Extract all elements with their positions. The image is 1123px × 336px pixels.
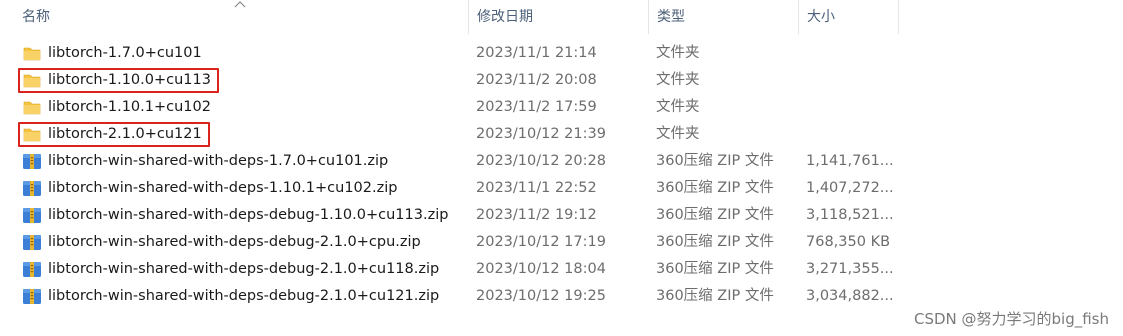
zip-archive-icon [22,179,42,198]
column-header-date-modified[interactable]: 修改日期 [469,0,649,34]
file-name[interactable]: libtorch-win-shared-with-deps-1.7.0+cu10… [48,148,388,175]
watermark: CSDN @努力学习的big_fish [913,310,1109,328]
sort-up-icon [234,1,246,8]
file-size: 768,350 KB [806,234,891,250]
file-name[interactable]: libtorch-win-shared-with-deps-debug-2.1.… [48,283,439,310]
file-list: libtorch-1.7.0+cu101 2023/11/1 21:14 文件夹 li… [0,40,1123,310]
file-size: 3,271,355... [806,261,894,277]
red-highlight-box [18,122,210,147]
file-date-modified: 2023/11/1 22:52 [476,180,597,196]
file-size: 3,118,521... [806,207,894,223]
zip-archive-icon [22,233,42,252]
file-type: 360压缩 ZIP 文件 [656,153,774,169]
file-name[interactable]: libtorch-win-shared-with-deps-debug-2.1.… [48,229,421,256]
file-date-modified: 2023/11/1 21:14 [476,45,597,61]
file-date-modified: 2023/10/12 21:39 [476,126,606,142]
file-row[interactable]: libtorch-win-shared-with-deps-1.7.0+cu10… [0,148,1123,175]
file-row[interactable]: libtorch-win-shared-with-deps-debug-1.10… [0,202,1123,229]
file-date-modified: 2023/10/12 17:19 [476,234,606,250]
file-type: 文件夹 [656,45,700,61]
file-date-modified: 2023/11/2 19:12 [476,207,597,223]
file-name[interactable]: libtorch-win-shared-with-deps-debug-1.10… [48,202,448,229]
file-row[interactable]: libtorch-1.10.1+cu102 2023/11/2 17:59 文件夹 [0,94,1123,121]
file-date-modified: 2023/11/2 20:08 [476,72,597,88]
file-date-modified: 2023/11/2 17:59 [476,99,597,115]
file-size: 1,407,272... [806,180,894,196]
file-name[interactable]: libtorch-1.7.0+cu101 [48,40,202,67]
file-name[interactable]: libtorch-1.10.1+cu102 [48,94,211,121]
file-type: 文件夹 [656,72,700,88]
file-name[interactable]: libtorch-win-shared-with-deps-debug-2.1.… [48,256,439,283]
folder-icon [22,98,42,117]
file-explorer: 名称 修改日期 类型 大小 libtorch-1.7.0+cu101 2023/1… [0,0,1123,336]
zip-archive-icon [22,206,42,225]
file-type: 360压缩 ZIP 文件 [656,288,774,304]
file-type: 360压缩 ZIP 文件 [656,180,774,196]
file-size: 3,034,882... [806,288,894,304]
file-type: 文件夹 [656,99,700,115]
file-type: 360压缩 ZIP 文件 [656,207,774,223]
file-date-modified: 2023/10/12 18:04 [476,261,606,277]
file-type: 360压缩 ZIP 文件 [656,234,774,250]
file-row[interactable]: libtorch-win-shared-with-deps-debug-2.1.… [0,256,1123,283]
folder-icon [22,44,42,63]
red-highlight-box [18,68,219,93]
file-type: 360压缩 ZIP 文件 [656,261,774,277]
file-size: 1,141,761... [806,153,894,169]
zip-archive-icon [22,287,42,306]
file-date-modified: 2023/10/12 20:28 [476,153,606,169]
column-header-size[interactable]: 大小 [799,0,899,34]
file-row[interactable]: libtorch-1.10.0+cu113 2023/11/2 20:08 文件夹 [0,67,1123,94]
file-row[interactable]: libtorch-1.7.0+cu101 2023/11/1 21:14 文件夹 [0,40,1123,67]
file-row[interactable]: libtorch-win-shared-with-deps-debug-2.1.… [0,283,1123,310]
file-row[interactable]: libtorch-2.1.0+cu121 2023/10/12 21:39 文件夹 [0,121,1123,148]
file-date-modified: 2023/10/12 19:25 [476,288,606,304]
zip-archive-icon [22,260,42,279]
file-name[interactable]: libtorch-win-shared-with-deps-1.10.1+cu1… [48,175,397,202]
zip-archive-icon [22,152,42,171]
file-row[interactable]: libtorch-win-shared-with-deps-1.10.1+cu1… [0,175,1123,202]
column-header-row: 名称 修改日期 类型 大小 [0,0,900,34]
file-type: 文件夹 [656,126,700,142]
column-header-type[interactable]: 类型 [649,0,799,34]
file-row[interactable]: libtorch-win-shared-with-deps-debug-2.1.… [0,229,1123,256]
